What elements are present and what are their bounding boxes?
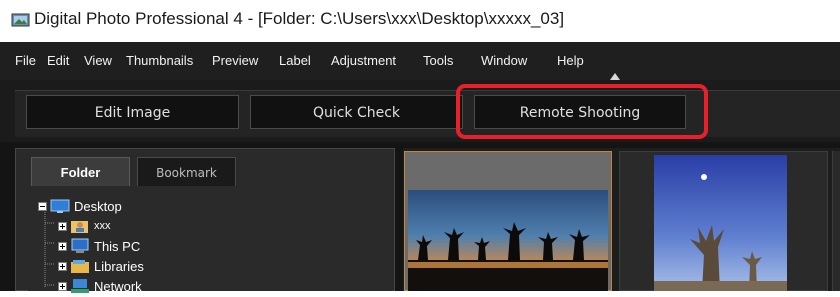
menu-tools[interactable]: Tools	[423, 53, 453, 68]
expand-icon[interactable]	[58, 221, 67, 231]
user-folder-icon	[70, 218, 90, 234]
desktop-icon	[50, 198, 70, 214]
quick-check-button[interactable]: Quick Check	[250, 95, 463, 129]
thumbnail-item-partial[interactable]	[832, 151, 840, 291]
tree-item-label: This PC	[94, 238, 141, 254]
tab-bookmark[interactable]: Bookmark	[137, 157, 236, 187]
tree-item-label: xxx	[94, 220, 111, 232]
menu-bar: File Edit View Thumbnails Preview Label …	[0, 42, 840, 80]
tree-item-network[interactable]: Network	[58, 276, 142, 296]
tree-item-label: Libraries	[94, 258, 144, 274]
tree-item-xxx[interactable]: xxx	[58, 216, 111, 236]
window-title: Digital Photo Professional 4 - [Folder: …	[34, 9, 565, 28]
app-icon	[11, 13, 30, 27]
menu-help[interactable]: Help	[557, 53, 584, 68]
menu-file[interactable]: File	[15, 53, 36, 68]
computer-icon	[70, 238, 90, 254]
tree-item-label: Desktop	[74, 198, 122, 214]
expand-icon[interactable]	[58, 241, 67, 251]
menu-adjustment[interactable]: Adjustment	[331, 53, 396, 68]
thumbnail-selected[interactable]	[404, 151, 612, 291]
menu-label[interactable]: Label	[279, 53, 311, 68]
thumbnail-item[interactable]	[619, 151, 828, 291]
thumbnail-image-sunset	[408, 190, 608, 291]
menu-caret-icon	[610, 73, 620, 80]
tree-item-label: Network	[94, 278, 142, 294]
network-icon	[70, 278, 90, 294]
menu-view[interactable]: View	[84, 53, 112, 68]
libraries-icon	[70, 258, 90, 274]
tree-item-libraries[interactable]: Libraries	[58, 256, 144, 276]
highlight-annotation	[456, 84, 708, 139]
edit-image-button[interactable]: Edit Image	[26, 95, 239, 129]
tree-item-this-pc[interactable]: This PC	[58, 236, 140, 256]
tab-folder[interactable]: Folder	[31, 157, 130, 187]
tree-item-desktop[interactable]: Desktop	[38, 196, 122, 216]
collapse-icon[interactable]	[38, 201, 47, 211]
menu-preview[interactable]: Preview	[212, 53, 258, 68]
title-bar: Digital Photo Professional 4 - [Folder: …	[0, 0, 840, 42]
expand-icon[interactable]	[58, 281, 67, 291]
menu-edit[interactable]: Edit	[47, 53, 69, 68]
expand-icon[interactable]	[58, 261, 67, 271]
menu-window[interactable]: Window	[481, 53, 527, 68]
thumbnail-image-baobab	[654, 155, 787, 291]
menu-thumbnails[interactable]: Thumbnails	[126, 53, 193, 68]
